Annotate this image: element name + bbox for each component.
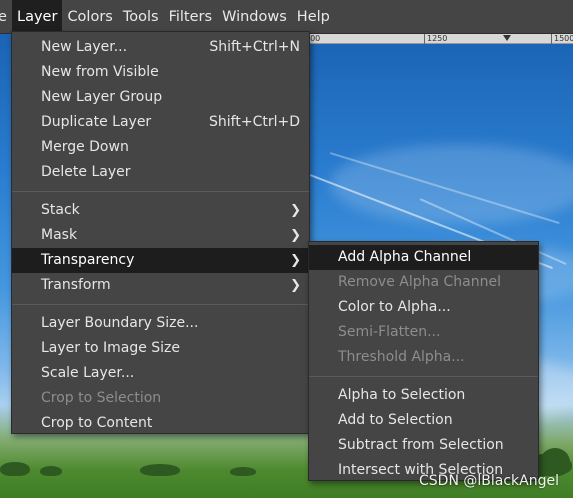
menu-windows[interactable]: Windows [217, 0, 292, 34]
menu-item-label: Subtract from Selection [338, 437, 504, 453]
menu-item-layer-to-image-size[interactable]: Layer to Image Size [12, 336, 309, 361]
menu-colors[interactable]: Colors [62, 0, 117, 34]
menu-item-new-layer-group[interactable]: New Layer Group [12, 85, 309, 110]
menu-item-label: Alpha to Selection [338, 387, 466, 403]
menu-item-label: Mask [41, 227, 78, 243]
menu-item-label: Threshold Alpha... [338, 349, 465, 365]
menu-item-layer-boundary-size[interactable]: Layer Boundary Size... [12, 311, 309, 336]
menu-item-new-from-visible[interactable]: New from Visible [12, 60, 309, 85]
menu-tools[interactable]: Tools [118, 0, 164, 34]
menu-item-transparency[interactable]: Transparency ❯ [12, 248, 309, 273]
menu-help[interactable]: Help [292, 0, 335, 34]
menu-item-add-to-selection[interactable]: Add to Selection [309, 408, 538, 433]
menu-item-label: New Layer... [41, 39, 128, 55]
menu-item-scale-layer[interactable]: Scale Layer... [12, 361, 309, 386]
menu-item-delete-layer[interactable]: Delete Layer [12, 160, 309, 185]
submenu-arrow-icon: ❯ [290, 203, 301, 218]
menu-item-label: Scale Layer... [41, 365, 135, 381]
menu-item-label: Duplicate Layer [41, 114, 152, 130]
ruler-pointer-marker [503, 35, 511, 41]
menu-item-label: Layer to Image Size [41, 340, 181, 356]
menu-item-label: Remove Alpha Channel [338, 274, 501, 290]
menu-item-threshold-alpha[interactable]: Threshold Alpha... [309, 345, 538, 370]
menu-item-label: Layer Boundary Size... [41, 315, 199, 331]
menu-item-label: Add to Selection [338, 412, 453, 428]
menu-item-crop-to-content[interactable]: Crop to Content [12, 411, 309, 436]
menu-item-label: New from Visible [41, 64, 159, 80]
menu-bar: e Layer Colors Tools Filters Windows Hel… [0, 0, 573, 34]
watermark: CSDN @lBlackAngel [419, 473, 559, 489]
menu-separator [12, 304, 309, 305]
menu-item-label: Semi-Flatten... [338, 324, 441, 340]
shortcut-label: Shift+Ctrl+N [209, 39, 300, 55]
menu-item-remove-alpha-channel[interactable]: Remove Alpha Channel [309, 270, 538, 295]
menu-item-mask[interactable]: Mask ❯ [12, 223, 309, 248]
menu-item-semi-flatten[interactable]: Semi-Flatten... [309, 320, 538, 345]
menu-item-label: Stack [41, 202, 80, 218]
menu-item-subtract-from-selection[interactable]: Subtract from Selection [309, 433, 538, 458]
menu-item-crop-to-selection[interactable]: Crop to Selection [12, 386, 309, 411]
menu-item-label: Transform [41, 277, 111, 293]
menu-layer[interactable]: Layer [12, 0, 63, 34]
menu-image[interactable]: e [0, 0, 12, 34]
menu-item-alpha-to-selection[interactable]: Alpha to Selection [309, 383, 538, 408]
menu-item-duplicate-layer[interactable]: Duplicate Layer Shift+Ctrl+D [12, 110, 309, 135]
menu-separator [309, 376, 538, 377]
menu-item-label: Crop to Selection [41, 390, 162, 406]
menu-item-add-alpha-channel[interactable]: Add Alpha Channel [309, 245, 538, 270]
menu-item-new-layer[interactable]: New Layer... Shift+Ctrl+N [12, 35, 309, 60]
menu-item-merge-down[interactable]: Merge Down [12, 135, 309, 160]
menu-item-label: Transparency [41, 252, 135, 268]
shortcut-label: Shift+Ctrl+D [209, 114, 300, 130]
menu-item-transform[interactable]: Transform ❯ [12, 273, 309, 298]
submenu-arrow-icon: ❯ [290, 228, 301, 243]
menu-item-stack[interactable]: Stack ❯ [12, 198, 309, 223]
menu-item-label: Merge Down [41, 139, 129, 155]
menu-filters[interactable]: Filters [164, 0, 217, 34]
menu-item-label: New Layer Group [41, 89, 163, 105]
submenu-arrow-icon: ❯ [290, 278, 301, 293]
submenu-arrow-icon: ❯ [290, 253, 301, 268]
menu-separator [12, 191, 309, 192]
menu-item-label: Color to Alpha... [338, 299, 451, 315]
transparency-submenu: Add Alpha Channel Remove Alpha Channel C… [308, 241, 539, 481]
menu-item-label: Crop to Content [41, 415, 153, 431]
ruler-label: 1250 [424, 34, 447, 44]
menu-item-color-to-alpha[interactable]: Color to Alpha... [309, 295, 538, 320]
horizontal-ruler[interactable]: 000 1250 1500 [300, 34, 573, 44]
menu-item-label: Delete Layer [41, 164, 131, 180]
ruler-label: 1500 [551, 34, 573, 44]
menu-item-label: Add Alpha Channel [338, 249, 472, 265]
layer-menu: New Layer... Shift+Ctrl+N New from Visib… [11, 31, 310, 434]
